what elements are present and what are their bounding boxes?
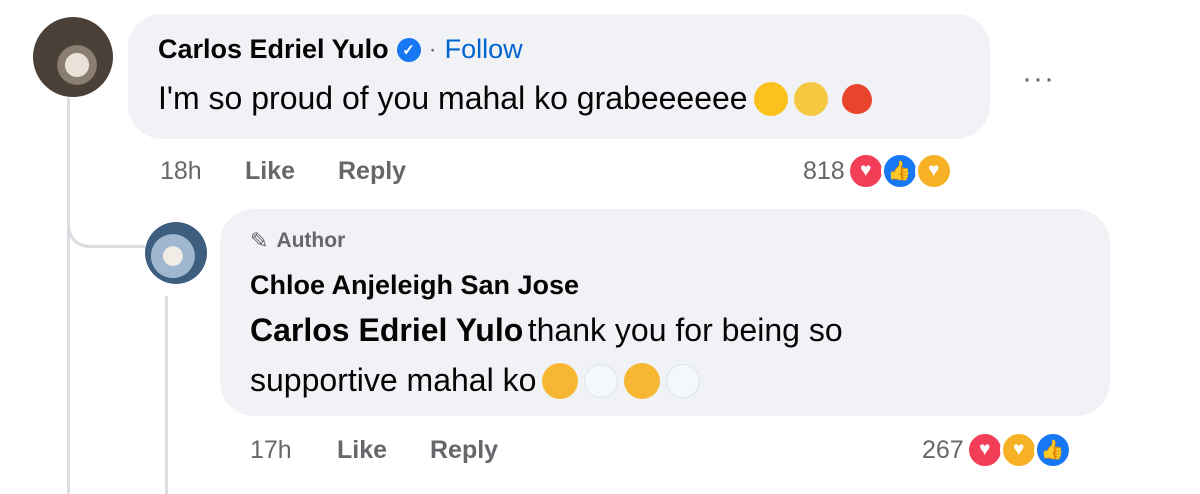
reply-actions: 17h Like Reply <box>250 436 498 465</box>
party-face-emoji <box>793 81 828 116</box>
burning-heart-emoji <box>841 83 872 114</box>
more-options-icon[interactable]: ··· <box>1022 62 1055 96</box>
author-badge-label: Author <box>276 229 346 252</box>
pleading-face-emoji <box>624 362 661 399</box>
like-button[interactable]: Like <box>245 157 338 186</box>
comment-author-name[interactable]: Carlos Edriel Yulo <box>158 34 389 65</box>
verified-badge-icon: ✓ <box>396 37 421 62</box>
comment-actions: 18h Like Reply <box>160 157 406 186</box>
reply-reaction-count: 267 <box>922 435 964 464</box>
comment-header: Carlos Edriel Yulo ✓ · Follow <box>158 34 523 65</box>
pleading-face-emoji <box>542 362 579 399</box>
like-reaction-icon: 👍 <box>880 152 919 190</box>
love-reaction-icon: ♥ <box>965 431 1004 469</box>
reply-text-2: supportive mahal ko <box>250 362 537 398</box>
comment-timestamp[interactable]: 18h <box>160 157 245 186</box>
reply-reply-button[interactable]: Reply <box>430 436 498 465</box>
care-reaction-icon: ♥ <box>999 431 1038 469</box>
megaphone-icon: ✎ <box>250 228 269 253</box>
thread-line <box>67 98 70 494</box>
white-heart-emoji <box>584 363 619 398</box>
reply-text-1: thank you for being so <box>527 312 843 348</box>
love-reaction-icon: ♥ <box>846 152 885 190</box>
reply-reaction-summary[interactable]: 267 ♥ ♥ 👍 <box>922 431 1072 469</box>
reply-button[interactable]: Reply <box>338 157 406 186</box>
avatar-carlos[interactable] <box>33 17 113 97</box>
avatar-chloe[interactable] <box>145 222 207 284</box>
care-reaction-icon: ♥ <box>914 152 953 190</box>
comment-text-row: I'm so proud of you mahal ko grabeeeeee <box>158 80 872 117</box>
reply-author-name[interactable]: Chloe Anjeleigh San Jose <box>250 270 579 300</box>
mention-link[interactable]: Carlos Edriel Yulo <box>250 312 523 348</box>
reply-like-button[interactable]: Like <box>337 436 430 465</box>
reaction-count: 818 <box>803 156 845 185</box>
comment-text: I'm so proud of you mahal ko grabeeeeee <box>158 80 748 116</box>
author-badge: ✎ Author <box>250 228 345 254</box>
thread-reply-connector <box>67 180 145 248</box>
reaction-summary[interactable]: 818 ♥ 👍 ♥ <box>803 152 953 190</box>
like-reaction-icon: 👍 <box>1033 431 1072 469</box>
heart-eyes-emoji <box>753 81 788 116</box>
follow-link[interactable]: Follow <box>445 34 523 65</box>
reply-text-line1: Carlos Edriel Yulo thank you for being s… <box>250 312 843 349</box>
reply-text-line2-row: supportive mahal ko <box>250 362 701 399</box>
separator-dot: · <box>428 35 437 63</box>
reply-thread-line <box>165 296 168 494</box>
white-heart-emoji <box>666 363 701 398</box>
reply-timestamp[interactable]: 17h <box>250 436 337 465</box>
comment-bubble <box>128 14 990 139</box>
